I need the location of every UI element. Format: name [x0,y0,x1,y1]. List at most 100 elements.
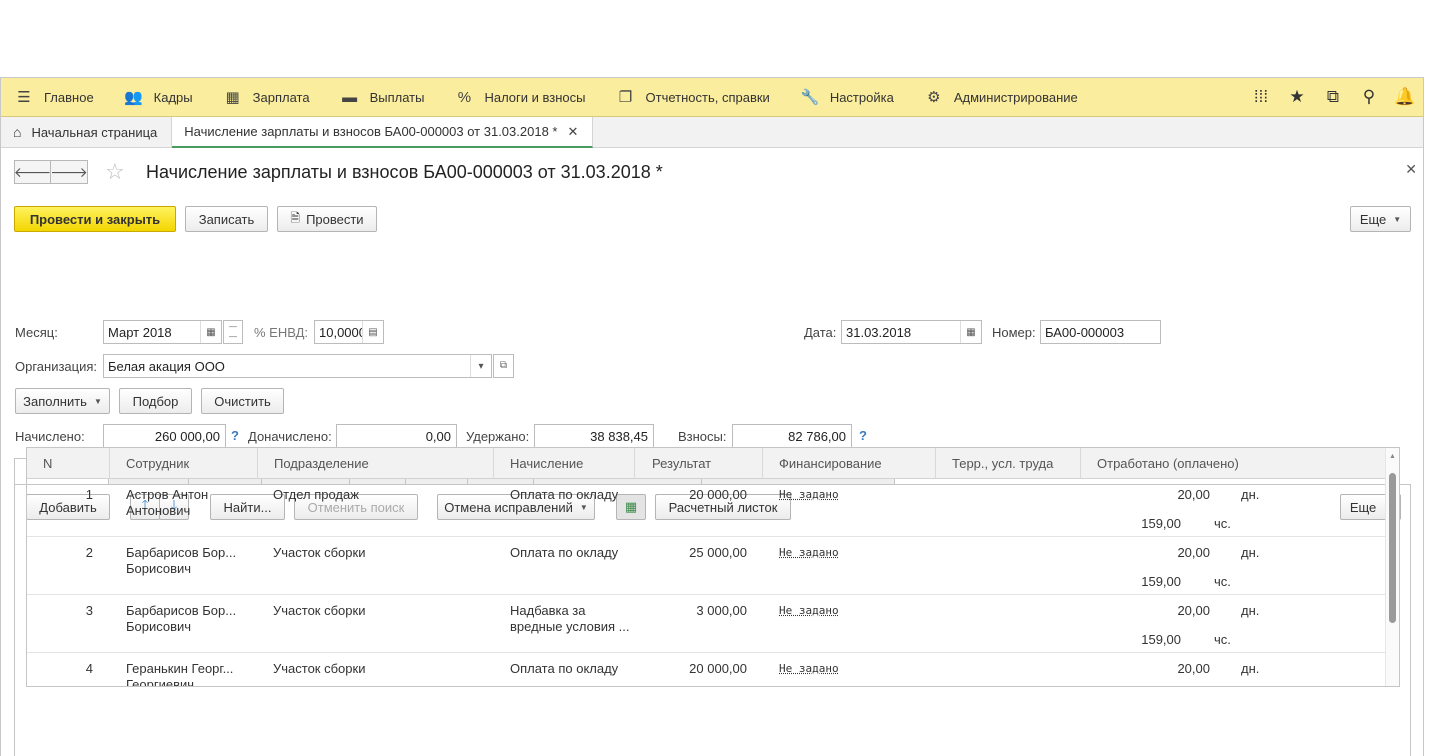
cell-number: 1 [85,487,93,502]
cell-worked-hours: 159,00 [1141,516,1181,531]
menu-item-settings[interactable]: 🔧 Настройка [787,78,911,116]
cell-worked-hours: 159,00 [1141,632,1181,647]
additional-field: 0,00 [336,424,457,448]
favorite-star-icon[interactable]: ☆ [105,159,125,185]
main-menu-bar: ☰ Главное 👥 Кадры ▦ Зарплата ▬ Выплаты %… [1,78,1423,117]
calculator-icon: ▦ [225,89,240,106]
envd-field[interactable]: 10,0000 ▤ [314,320,384,344]
history-icon[interactable]: ⧉ [1315,78,1351,116]
accrued-help-icon[interactable]: ? [231,428,239,443]
cell-financing-link[interactable]: Не задано [779,545,839,561]
tab-home[interactable]: ⌂ Начальная страница [1,117,173,147]
cell-worked-days: 20,00 [1177,661,1210,676]
month-value: Март 2018 [108,324,172,340]
contributions-help-icon[interactable]: ? [859,428,867,443]
favorites-star-icon[interactable]: ★ [1279,78,1315,116]
open-link-icon: ⧉ [499,360,508,371]
wallet-icon: ▬ [342,88,358,106]
month-label-text: Месяц: [15,325,58,340]
cell-financing-link[interactable]: Не задано [779,487,839,503]
table-header: N Сотрудник Подразделение Начисление Рез… [27,448,1399,479]
menu-right-tools: ⁞⁞⁞ ★ ⧉ ⚲ 🔔 [1243,78,1423,116]
table-row[interactable]: 1 Астров Антон Антонович Отдел продаж Оплата… [27,479,1385,537]
cell-worked-days: 20,00 [1177,487,1210,502]
table-row[interactable]: 2 Барбарисов Бор... Борисович Участок сборк… [27,537,1385,595]
column-header-result[interactable]: Результат [635,448,763,479]
cell-days-unit: дн. [1241,487,1260,502]
percent-icon: % [457,88,472,106]
cell-employee-line2: Георгиевич [126,677,195,687]
chevron-down-icon[interactable]: ▾ [470,355,491,377]
notifications-bell-icon[interactable]: 🔔 [1387,78,1423,116]
clear-button[interactable]: Очистить [201,388,284,414]
cell-financing-link[interactable]: Не задано [779,661,839,677]
menu-item-reports[interactable]: ❐ Отчетность, справки [603,78,787,116]
back-button[interactable]: 🡐 [14,160,51,184]
column-header-department[interactable]: Подразделение [258,448,494,479]
column-header-worked[interactable]: Отработано (оплачено) [1081,448,1371,479]
cell-employee-line1: Барбарисов Бор... [126,603,237,618]
calculator-icon[interactable]: ▤ [362,321,383,343]
month-field[interactable]: Март 2018 ▦ [103,320,222,344]
accrued-field: 260 000,00 [103,424,226,448]
open-organization-button[interactable]: ⧉ [493,354,514,378]
more-button-label: Еще [1359,211,1387,227]
cell-hours-unit: чс. [1214,516,1231,531]
cell-department: Участок сборки [273,661,366,676]
calendar-icon[interactable]: ▦ [960,321,981,343]
date-field[interactable]: 31.03.2018 ▦ [841,320,982,344]
select-button[interactable]: Подбор [119,388,192,414]
cell-employee-line2: Борисович [126,561,192,576]
hamburger-icon: ☰ [17,89,31,106]
menu-item-salary[interactable]: ▦ Зарплата [210,78,327,116]
menu-item-admin[interactable]: ⚙ Администрирование [911,78,1095,116]
number-field[interactable]: БА00-000003 [1040,320,1161,344]
forward-button[interactable]: 🡒 [50,160,88,184]
menu-item-hr[interactable]: 👥 Кадры [111,78,210,116]
scrollbar-thumb[interactable] [1389,473,1396,623]
arrow-left-icon: 🡐 [13,163,52,180]
page-title: Начисление зарплаты и взносов БА00-00000… [146,162,663,182]
tab-current-document[interactable]: Начисление зарплаты и взносов БА00-00000… [172,117,594,148]
table-row[interactable]: 4 Геранькин Георг... Георгиевич Участок сбо… [27,653,1385,687]
save-button[interactable]: Записать [185,206,268,232]
column-header-employee[interactable]: Сотрудник [110,448,258,479]
cell-worked-days: 20,00 [1177,545,1210,560]
search-icon[interactable]: ⚲ [1351,78,1387,116]
menu-item-payments[interactable]: ▬ Выплаты [327,78,442,116]
tab-home-label: Начальная страница [31,124,158,140]
cell-worked-hours: 159,00 [1141,574,1181,589]
close-tab-icon[interactable]: ✕ [567,124,578,140]
cell-employee-line2: Антонович [126,503,191,518]
cell-days-unit: дн. [1241,545,1260,560]
post-button[interactable]: 🗎 Провести [277,206,377,232]
month-spinner[interactable]: — — [223,320,243,344]
close-form-icon[interactable]: ✕ [1405,161,1417,178]
more-button[interactable]: Еще ▼ [1350,206,1411,232]
organization-field[interactable]: Белая акация ООО ▾ [103,354,492,378]
column-header-financing[interactable]: Финансирование [763,448,936,479]
menu-item-label: Зарплата [252,89,310,105]
vertical-scrollbar[interactable]: ▲ [1385,448,1399,686]
menu-item-taxes[interactable]: % Налоги и взносы [441,78,602,116]
cell-department: Отдел продаж [273,487,359,502]
cell-accrual-line1: Оплата по окладу [510,487,619,502]
accruals-table: N Сотрудник Подразделение Начисление Рез… [26,447,1400,687]
menu-item-main[interactable]: ☰ Главное [1,78,111,116]
cell-financing-link[interactable]: Не задано [779,603,839,619]
wrench-icon: 🔧 [800,89,820,106]
scroll-up-icon[interactable]: ▲ [1389,453,1396,460]
cell-number: 2 [85,545,93,560]
column-header-n[interactable]: N [27,448,110,479]
post-and-close-button[interactable]: Провести и закрыть [14,206,176,232]
apps-grid-icon[interactable]: ⁞⁞⁞ [1243,78,1279,116]
fill-button[interactable]: Заполнить ▼ [15,388,110,414]
cell-result: 25 000,00 [689,545,747,560]
calendar-icon[interactable]: ▦ [200,321,221,343]
table-row[interactable]: 3 Барбарисов Бор... Борисович Участок сборк… [27,595,1385,653]
column-header-territory[interactable]: Терр., усл. труда [936,448,1081,479]
cell-hours-unit: чс. [1214,632,1231,647]
tab-current-label: Начисление зарплаты и взносов БА00-00000… [184,124,558,139]
date-value: 31.03.2018 [846,324,912,340]
column-header-accrual[interactable]: Начисление [494,448,635,479]
